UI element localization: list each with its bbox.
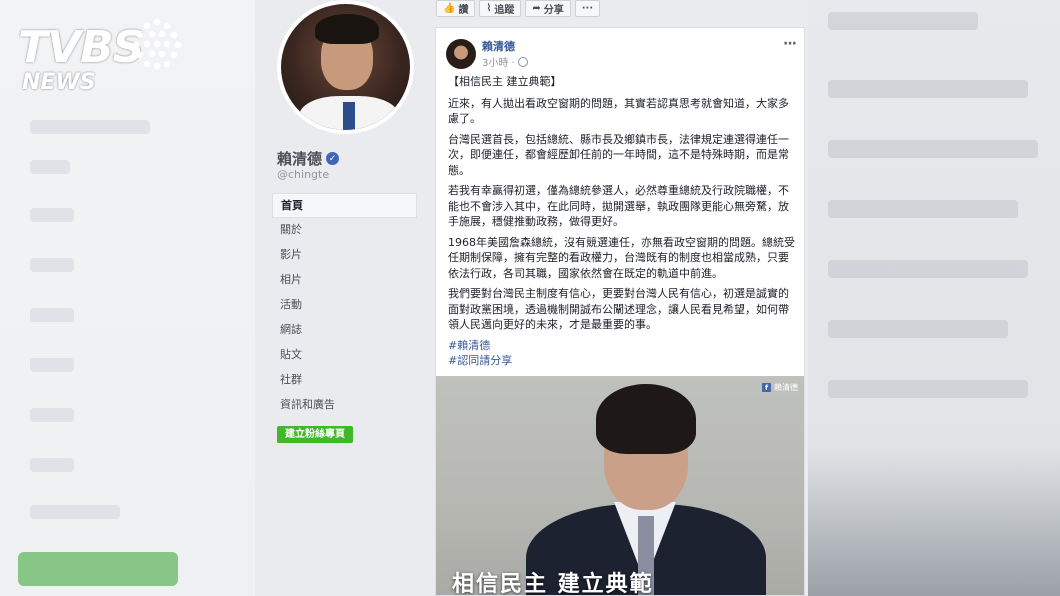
post-author[interactable]: 賴清德: [482, 38, 528, 54]
post-more-icon[interactable]: ···: [783, 36, 797, 52]
thumbs-up-icon: 👍: [443, 3, 456, 14]
share-button[interactable]: ➦ 分享: [525, 0, 571, 17]
nav-item-info-ads[interactable]: 資訊和廣告: [272, 393, 417, 418]
post-title: 【相信民主 建立典範】: [448, 75, 562, 88]
like-button[interactable]: 👍 讚: [436, 0, 476, 17]
nav-item-posts[interactable]: 貼文: [272, 343, 417, 368]
post-timestamp[interactable]: 3小時 ·: [482, 54, 528, 69]
image-caption: 相信民主 建立典範: [452, 572, 654, 596]
nav-item-videos[interactable]: 影片: [272, 243, 417, 268]
tvbs-news-logo: TVBS NEWS: [18, 16, 182, 96]
hashtag-link[interactable]: #認同請分享: [448, 353, 796, 369]
page-handle[interactable]: @chingte: [277, 168, 329, 181]
logo-main: TVBS: [18, 22, 144, 73]
post-image[interactable]: f 賴清德 相信民主 建立典範: [436, 376, 804, 596]
globe-icon: [517, 56, 528, 67]
post-paragraph: 台灣民選首長，包括總統、縣市長及鄉鎮市長，法律規定連選得連任一次，即便連任，都會…: [448, 132, 789, 177]
page-nav: 首頁 關於 影片 相片 活動 網誌 貼文 社群 資訊和廣告: [272, 193, 417, 418]
verified-badge-icon: ✓: [326, 152, 340, 165]
hashtag-link[interactable]: #賴清德: [448, 338, 796, 354]
share-arrow-icon: ➦: [532, 3, 541, 14]
profile-avatar[interactable]: [277, 0, 414, 134]
like-label: 讚: [458, 5, 469, 16]
nav-item-community[interactable]: 社群: [272, 368, 417, 393]
facebook-icon: f: [762, 383, 771, 392]
nav-item-photos[interactable]: 相片: [272, 268, 417, 293]
page-action-bar: 👍 讚 ⌇ 追蹤 ➦ 分享 ···: [436, 0, 606, 17]
image-watermark-text: 賴清德: [774, 383, 798, 392]
nav-item-about[interactable]: 關於: [272, 218, 417, 243]
nav-item-home[interactable]: 首頁: [272, 193, 417, 218]
nav-item-events[interactable]: 活動: [272, 293, 417, 318]
page-name-text[interactable]: 賴清德: [277, 148, 322, 169]
more-options-button[interactable]: ···: [574, 0, 601, 17]
post-header: 賴清德 3小時 ·: [446, 38, 528, 69]
logo-sub: NEWS: [22, 70, 96, 95]
follow-button[interactable]: ⌇ 追蹤: [479, 0, 522, 17]
post-paragraph: 我們要對台灣民主制度有信心，更要對台灣人民有信心，初選是誠實的面對政黨困境，透過…: [448, 287, 789, 331]
post-paragraph: 若我有幸贏得初選，僅為總統參選人，必然尊重總統及行政院職權，不能也不會涉入其中，…: [448, 184, 789, 228]
blurred-right-panel: [808, 0, 1060, 596]
post-card: 賴清德 3小時 · ··· 【相信民主 建立典範】 近來，有人拋出看政空窗期的問…: [435, 27, 805, 596]
image-watermark: f 賴清德: [762, 382, 798, 393]
nav-item-notes[interactable]: 網誌: [272, 318, 417, 343]
post-body: 【相信民主 建立典範】 近來，有人拋出看政空窗期的問題，其實若認真思考就會知道，…: [448, 74, 796, 369]
share-label: 分享: [543, 5, 564, 16]
post-author-avatar[interactable]: [446, 38, 476, 69]
post-paragraph: 1968年美國詹森總統，沒有競選連任，亦無看政空窗期的問題。總統受任期制保障，擁…: [448, 235, 795, 280]
rss-icon: ⌇: [486, 3, 492, 14]
follow-label: 追蹤: [494, 5, 515, 16]
create-page-button[interactable]: 建立粉絲專頁: [277, 426, 353, 443]
post-paragraph: 近來，有人拋出看政空窗期的問題，其實若認真思考就會知道，大家多慮了。: [448, 96, 789, 126]
logo-dots-icon: [132, 18, 182, 70]
post-time-text[interactable]: 3小時 ·: [482, 54, 515, 69]
page-name[interactable]: 賴清德 ✓: [277, 148, 340, 169]
